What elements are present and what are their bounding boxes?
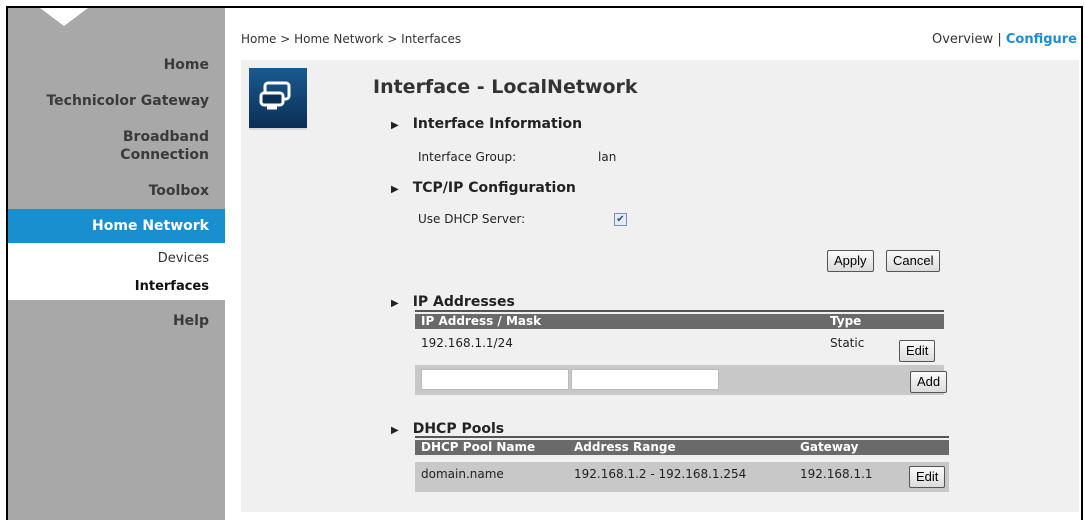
- dhcp-pool-name-cell: domain.name: [421, 467, 504, 481]
- section-dhcp-pools: ▶ DHCP Pools: [391, 421, 504, 437]
- network-interface-icon: [249, 68, 307, 130]
- breadcrumb: Home > Home Network > Interfaces: [241, 32, 462, 46]
- dhcp-range-cell: 192.168.1.2 - 192.168.1.254: [574, 467, 747, 481]
- section-title: IP Addresses: [412, 294, 515, 310]
- new-ip-mask-input[interactable]: [571, 369, 719, 390]
- section-triangle-icon: ▶: [391, 120, 399, 131]
- dhcp-server-checkbox[interactable]: ✔: [614, 213, 627, 226]
- sidebar-item-broadband-connection[interactable]: Broadband Connection: [8, 128, 225, 164]
- section-tcpip-configuration: ▶ TCP/IP Configuration: [391, 180, 576, 196]
- section-interface-information: ▶ Interface Information: [391, 116, 582, 132]
- dhcp-col-name: DHCP Pool Name: [421, 440, 536, 454]
- ip-add-row: [415, 365, 944, 395]
- view-switcher: Overview | Configure: [932, 32, 1077, 47]
- dhcp-table-header: DHCP Pool Name Address Range Gateway: [415, 440, 949, 455]
- table-row: 192.168.1.1/24 Static: [415, 336, 944, 360]
- section-triangle-icon: ▶: [391, 425, 399, 436]
- dhcp-gateway-cell: 192.168.1.1: [800, 467, 873, 481]
- content-panel: Interface - LocalNetwork ▶ Interface Info…: [241, 60, 1079, 512]
- dhcp-edit-button[interactable]: Edit: [909, 466, 946, 488]
- sidebar-notch: [40, 8, 88, 26]
- ip-col-type: Type: [830, 314, 862, 328]
- cancel-button[interactable]: Cancel: [886, 250, 941, 272]
- ip-edit-button[interactable]: Edit: [899, 340, 936, 362]
- ip-table-rule: [415, 310, 944, 312]
- new-ip-address-input[interactable]: [421, 369, 569, 390]
- sidebar-item-technicolor-gateway[interactable]: Technicolor Gateway: [8, 92, 225, 110]
- interface-group-value: lan: [598, 150, 617, 164]
- section-title: TCP/IP Configuration: [412, 180, 576, 196]
- sidebar-item-home[interactable]: Home: [8, 56, 225, 74]
- section-title: DHCP Pools: [412, 421, 505, 437]
- page-title: Interface - LocalNetwork: [373, 76, 638, 98]
- interface-group-label: Interface Group:: [418, 150, 517, 164]
- section-triangle-icon: ▶: [391, 184, 399, 195]
- ip-col-address: IP Address / Mask: [421, 314, 542, 328]
- table-row: domain.name 192.168.1.2 - 192.168.1.254 …: [415, 462, 949, 492]
- section-title: Interface Information: [412, 116, 583, 132]
- ip-table-header: IP Address / Mask Type: [415, 314, 944, 329]
- dhcp-col-gateway: Gateway: [800, 440, 859, 454]
- overview-link[interactable]: Overview: [932, 32, 993, 47]
- sidebar-subitem-devices[interactable]: Devices: [8, 251, 225, 266]
- app-frame: Home Technicolor Gateway Broadband Conne…: [6, 6, 1083, 520]
- sidebar-item-toolbox[interactable]: Toolbox: [8, 182, 225, 200]
- ip-type-cell: Static: [830, 336, 865, 350]
- section-triangle-icon: ▶: [391, 298, 399, 309]
- ip-address-cell: 192.168.1.1/24: [421, 336, 513, 350]
- sidebar: Home Technicolor Gateway Broadband Conne…: [8, 8, 225, 520]
- apply-button[interactable]: Apply: [827, 250, 874, 272]
- configure-link[interactable]: Configure: [1006, 32, 1077, 47]
- sidebar-item-home-network[interactable]: Home Network: [8, 209, 225, 243]
- sidebar-item-help[interactable]: Help: [8, 312, 225, 330]
- ip-add-button[interactable]: Add: [910, 371, 948, 393]
- sidebar-subitem-interfaces[interactable]: Interfaces: [8, 279, 225, 294]
- section-ip-addresses: ▶ IP Addresses: [391, 294, 515, 310]
- view-separator: |: [993, 32, 1006, 47]
- dhcp-col-range: Address Range: [574, 440, 676, 454]
- dhcp-server-label: Use DHCP Server:: [418, 212, 526, 226]
- dhcp-table-rule: [415, 436, 949, 438]
